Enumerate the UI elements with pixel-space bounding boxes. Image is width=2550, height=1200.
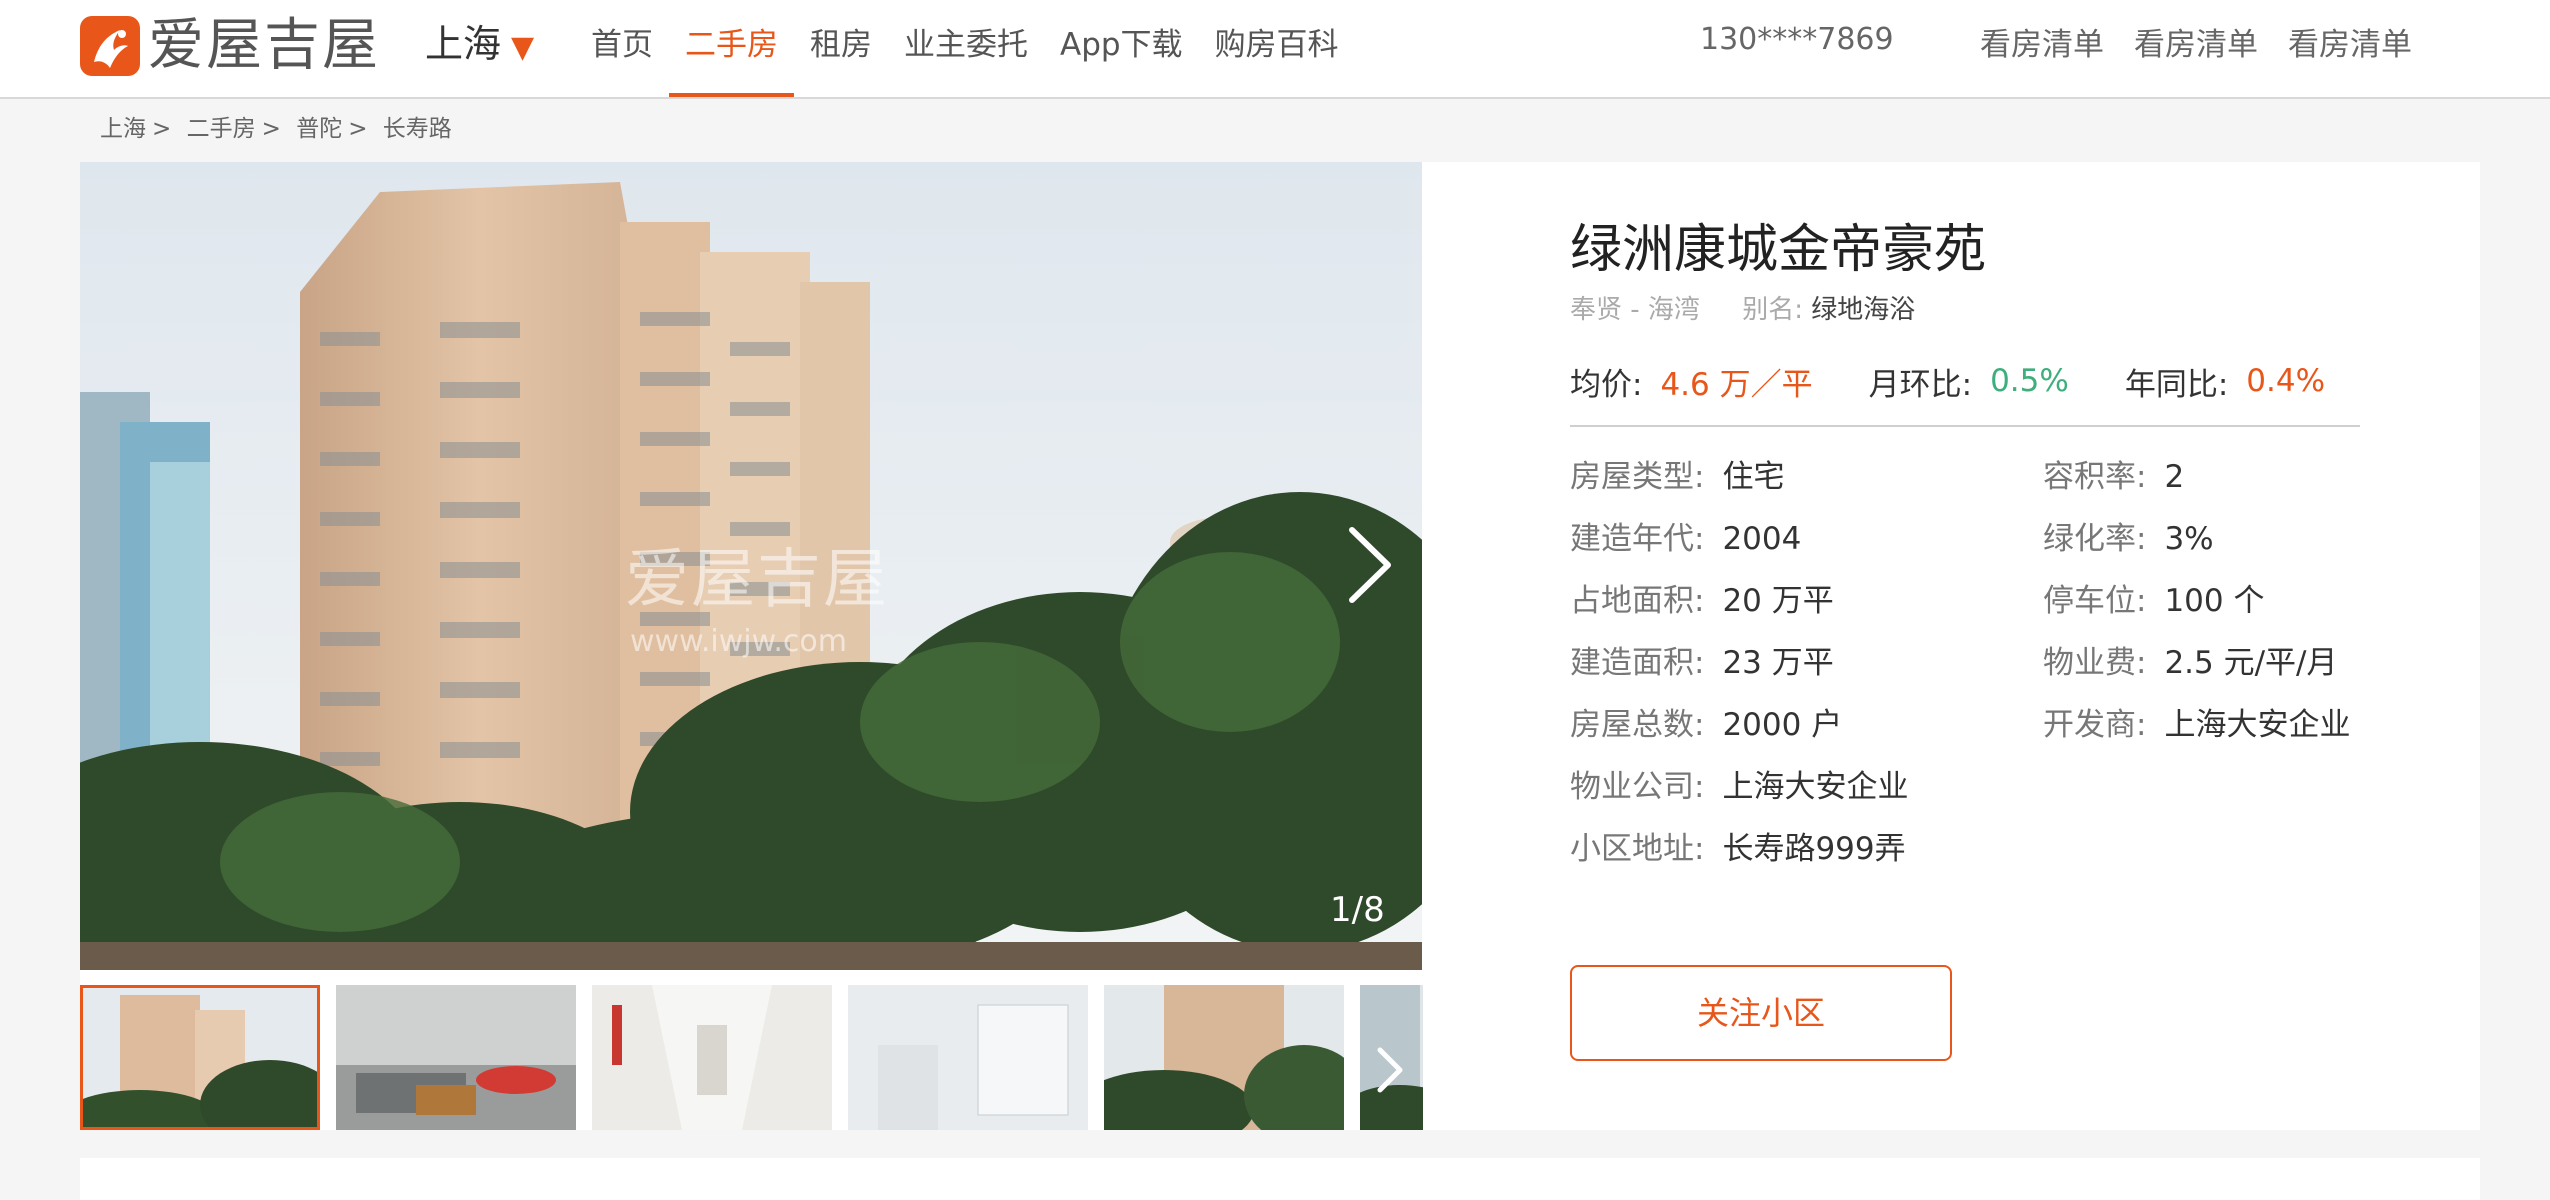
attr-developer: 开发商: 上海大安企业 (2043, 703, 2350, 747)
attr-label: 房屋总数: (1570, 707, 1705, 743)
attr-label: 开发商: (2043, 707, 2147, 743)
next-section-panel (80, 1158, 2480, 1200)
breadcrumb-separator: > (348, 116, 368, 142)
attr-value: 2 (2164, 459, 2185, 495)
user-phone[interactable]: 130****7869 (1700, 18, 1894, 62)
community-district: 奉贤 - 海湾 (1570, 295, 1700, 325)
nav-owner-listing[interactable]: 业主委托 (888, 0, 1044, 97)
breadcrumb-area[interactable]: 长寿路 (383, 116, 452, 142)
nav-home[interactable]: 首页 (575, 0, 669, 97)
thumbnail-hallway[interactable] (592, 985, 832, 1130)
info-divider (1570, 425, 2360, 427)
viewing-list-link[interactable]: 看房清单 (1980, 22, 2104, 68)
yoy-value: 0.4% (2246, 363, 2326, 399)
attr-label: 建造年代: (1570, 521, 1705, 557)
attr-value: 上海大安企业 (2164, 707, 2351, 743)
attr-property-fee: 物业费: 2.5 元/平/月 (2043, 641, 2338, 685)
main-nav: 首页 二手房 租房 业主委托 App下载 购房百科 (575, 0, 1355, 97)
attr-value: 20 万平 (1722, 583, 1834, 619)
nav-buying-guide[interactable]: 购房百科 (1199, 0, 1355, 97)
photo-watermark-url: www.iwjw.com (630, 624, 847, 659)
thumbnail-kitchen[interactable] (336, 985, 576, 1130)
attr-address: 小区地址: 长寿路999弄 (1570, 827, 1906, 871)
avg-price-value: 4.6 万／平 (1660, 366, 1813, 403)
thumbnail-exterior-trees[interactable] (1104, 985, 1344, 1130)
attr-value: 23 万平 (1722, 645, 1834, 681)
photo-counter: 1/8 (1330, 890, 1385, 930)
breadcrumb-district[interactable]: 普陀 (296, 116, 342, 142)
thumbnail-next-arrow-icon[interactable] (1370, 1040, 1410, 1100)
city-selector[interactable]: 上海 ▼ (425, 18, 534, 74)
brand-logo-icon (80, 16, 140, 76)
attr-label: 建造面积: (1570, 645, 1705, 681)
attr-value: 2004 (1722, 521, 1802, 557)
brand-name: 爱屋吉屋 (148, 13, 380, 78)
attr-label: 房屋类型: (1570, 459, 1705, 495)
thumbnail-bathroom[interactable] (848, 985, 1088, 1130)
breadcrumb: 上海 > 二手房 > 普陀 > 长寿路 (100, 113, 452, 145)
attr-label: 容积率: (2043, 459, 2147, 495)
alias-label: 别名: (1742, 295, 1803, 325)
community-location: 奉贤 - 海湾 别名: 绿地海浴 (1570, 292, 1915, 328)
attr-label: 物业公司: (1570, 769, 1705, 805)
top-header: 爱屋吉屋 上海 ▼ 首页 二手房 租房 业主委托 App下载 购房百科 130**… (0, 0, 2550, 99)
attr-label: 停车位: (2043, 583, 2147, 619)
alias-value: 绿地海浴 (1811, 295, 1916, 325)
avg-price-label: 均价: (1570, 366, 1643, 403)
attr-label: 物业费: (2043, 645, 2147, 681)
thumbnail-strip (80, 985, 1423, 1130)
attr-total-units: 房屋总数: 2000 户 (1570, 703, 1842, 747)
attr-value: 2000 户 (1722, 707, 1843, 743)
breadcrumb-category[interactable]: 二手房 (187, 116, 256, 142)
attr-property-company: 物业公司: 上海大安企业 (1570, 765, 1908, 809)
viewing-list-link[interactable]: 看房清单 (2134, 22, 2258, 68)
attr-green-ratio: 绿化率: 3% (2043, 517, 2214, 561)
price-summary: 均价: 4.6 万／平 月环比: 0.5% 年同比: 0.4% (1570, 358, 2325, 404)
caret-down-icon: ▼ (511, 30, 535, 65)
attr-value: 3% (2164, 521, 2214, 557)
viewing-list-link[interactable]: 看房清单 (2288, 22, 2412, 68)
header-right-links: 看房清单 看房清单 看房清单 (1980, 22, 2442, 68)
breadcrumb-separator: > (152, 116, 172, 142)
next-photo-arrow-icon[interactable] (1340, 520, 1400, 610)
brand-logo[interactable]: 爱屋吉屋 (80, 14, 380, 78)
follow-community-button[interactable]: 关注小区 (1570, 965, 1952, 1061)
attr-value: 2.5 元/平/月 (2164, 645, 2338, 681)
breadcrumb-separator: > (261, 116, 281, 142)
thumbnail-exterior-tower[interactable] (80, 985, 320, 1130)
attr-label: 占地面积: (1570, 583, 1705, 619)
attr-parking: 停车位: 100 个 (2043, 579, 2264, 623)
attr-label: 绿化率: (2043, 521, 2147, 557)
attr-build-year: 建造年代: 2004 (1570, 517, 1801, 561)
city-name: 上海 (425, 22, 502, 66)
attr-value: 住宅 (1722, 459, 1785, 495)
attr-value: 上海大安企业 (1722, 769, 1909, 805)
community-name: 绿洲康城金帝豪苑 (1570, 220, 1987, 280)
yoy-label: 年同比: (2124, 366, 2229, 403)
nav-second-hand[interactable]: 二手房 (669, 0, 794, 97)
nav-rent[interactable]: 租房 (794, 0, 888, 97)
breadcrumb-city[interactable]: 上海 (100, 116, 146, 142)
attr-build-area: 建造面积: 23 万平 (1570, 641, 1834, 685)
attr-label: 小区地址: (1570, 831, 1705, 867)
mom-label: 月环比: (1868, 366, 1973, 403)
attr-value: 100 个 (2164, 583, 2265, 619)
photo-watermark: 爱屋吉屋 (625, 543, 889, 617)
attr-value: 长寿路999弄 (1722, 831, 1906, 867)
attr-land-area: 占地面积: 20 万平 (1570, 579, 1834, 623)
attr-house-type: 房屋类型: 住宅 (1570, 455, 1784, 499)
mom-value: 0.5% (1990, 363, 2069, 399)
nav-app-download[interactable]: App下载 (1044, 0, 1199, 97)
attr-plot-ratio: 容积率: 2 (2043, 455, 2184, 499)
